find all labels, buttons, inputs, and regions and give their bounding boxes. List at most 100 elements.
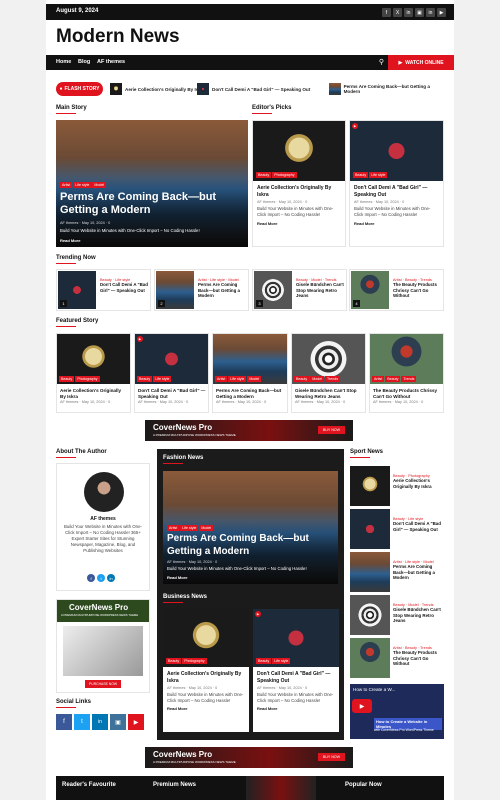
author-name[interactable]: AF themes	[373, 400, 391, 404]
author-name[interactable]: AF themes	[257, 200, 275, 204]
featured-card[interactable]: Beauty Model Trends Gisele Bündchen Can't S…	[291, 333, 366, 413]
linkedin-icon[interactable]: in	[107, 574, 115, 582]
category-badge[interactable]: Photography	[75, 376, 100, 382]
item-title[interactable]: Perms Are Coming Back—but Getting a Mode…	[198, 282, 246, 299]
main-story-card[interactable]: Artist Life style Model Perms Are Coming B…	[56, 120, 248, 247]
category-badge[interactable]: Beauty	[385, 376, 401, 382]
trending-item[interactable]: 2 Artist · Life style · Model Perms Are Co…	[154, 269, 249, 311]
card-title[interactable]: Aerie Collection's Originally By Iskra	[60, 388, 128, 400]
card-title[interactable]: The Beauty Products Chrissy Can't Go Wit…	[373, 388, 441, 400]
item-title[interactable]: Don't Call Demi A "Bad Girl" — Speaking …	[393, 521, 444, 532]
category-badge[interactable]: Beauty	[294, 376, 310, 382]
item-title[interactable]: Gisele Bündchen Can't Stop Wearing Retro…	[393, 607, 444, 624]
site-title[interactable]: Modern News	[56, 26, 180, 48]
nav-blog[interactable]: Blog	[78, 59, 90, 65]
business-card[interactable]: Beauty Photography Aerie Collection's Ori…	[163, 609, 249, 732]
instagram-icon[interactable]: ▣	[110, 714, 126, 730]
card-title[interactable]: Don't Call Demi A "Bad Girl" — Speaking …	[354, 185, 439, 198]
card-title[interactable]: Perms Are Coming Back—but Getting a Mode…	[216, 388, 285, 400]
editors-pick-card[interactable]: Beauty Photography Aerie Collection's Ori…	[252, 120, 346, 247]
trending-item[interactable]: 4 Artist · Beauty · Trends The Beauty Prod…	[349, 269, 444, 311]
twitter-icon[interactable]: t	[74, 714, 90, 730]
category-badge[interactable]: Artist	[167, 525, 180, 532]
category-badge[interactable]: Beauty	[137, 376, 153, 382]
author-name[interactable]: AF themes	[57, 516, 149, 523]
ad-banner-bottom[interactable]: CoverNews Pro A PREMIUM MULTIPURPOSE WOR…	[145, 747, 353, 768]
featured-card[interactable]: Beauty Photography Aerie Collection's Orig…	[56, 333, 131, 413]
nav-af-themes[interactable]: AF themes	[97, 59, 125, 65]
category-badge[interactable]: Life style	[272, 658, 291, 664]
category-badge[interactable]: Beauty	[256, 172, 272, 178]
sport-item[interactable]: Beauty · Model · Trends Gisele Bündchen C…	[350, 595, 444, 638]
author-name[interactable]: AF themes	[167, 560, 185, 564]
card-title[interactable]: Don't Call Demi A "Bad Girl" — Speaking …	[257, 671, 336, 684]
side-ad[interactable]: CoverNews Pro A PREMIUM MULTIPURPOSE WOR…	[56, 599, 150, 693]
youtube-icon[interactable]: ▶	[128, 714, 144, 730]
author-name[interactable]: AF themes	[138, 400, 156, 404]
read-more-link[interactable]: Read More	[60, 238, 244, 243]
item-title[interactable]: Gisele Bündchen Can't Stop Wearing Retro…	[296, 282, 344, 299]
card-title[interactable]: Aerie Collection's Originally By Iskra	[167, 671, 246, 684]
fashion-main-card[interactable]: Artist Life style Model Perms Are Coming B…	[163, 471, 338, 584]
ticker-item[interactable]: Aerie Collection's Originally By Iskra	[110, 83, 205, 95]
buy-now-button[interactable]: BUY NOW	[317, 753, 345, 761]
video-widget[interactable]: How to Create a W... ▶ How to Create a W…	[350, 684, 444, 739]
category-badge[interactable]: Life style	[153, 376, 172, 382]
ticker-item[interactable]: Don't Call Demi A "Bad Girl" — Speaking …	[197, 83, 310, 95]
category-badge[interactable]: Beauty	[353, 172, 369, 178]
read-more-link[interactable]: Read More	[167, 706, 246, 711]
author-name[interactable]: AF themes	[295, 400, 313, 404]
facebook-icon[interactable]: f	[382, 8, 391, 17]
sport-item[interactable]: Beauty · Photography Aerie Collection's O…	[350, 466, 444, 509]
category-badge[interactable]: Life style	[73, 181, 92, 188]
x-icon[interactable]: X	[393, 8, 402, 17]
item-title[interactable]: The Beauty Products Chrissy Can't Go Wit…	[393, 282, 441, 299]
sport-item[interactable]: Beauty · Life style Don't Call Demi A "Ba…	[350, 509, 444, 552]
author-name[interactable]: AF themes	[216, 400, 234, 404]
featured-card[interactable]: Artist Life style Model Perms Are Coming Ba…	[212, 333, 288, 413]
category-badge[interactable]: Photography	[272, 172, 297, 178]
category-badge[interactable]: Trends	[325, 376, 341, 382]
editors-pick-card[interactable]: ▶ Beauty Life style Don't Call Demi A "Bad…	[349, 120, 444, 247]
category-badge[interactable]: Model	[310, 376, 324, 382]
watch-online-button[interactable]: ▶ WATCH ONLINE	[388, 55, 454, 70]
category-badge[interactable]: Trends	[401, 376, 417, 382]
ad-banner[interactable]: CoverNews Pro A PREMIUM MULTIPURPOSE WOR…	[145, 420, 353, 441]
category-badge[interactable]: Beauty	[59, 376, 75, 382]
purchase-now-button[interactable]: PURCHASE NOW	[85, 680, 122, 688]
category-badge[interactable]: Beauty	[256, 658, 272, 664]
card-title[interactable]: Don't Call Demi A "Bad Girl" — Speaking …	[138, 388, 206, 400]
read-more-link[interactable]: Read More	[167, 575, 334, 580]
read-more-link[interactable]: Read More	[257, 221, 341, 226]
category-badge[interactable]: Beauty	[166, 658, 182, 664]
category-badge[interactable]: Life style	[228, 376, 247, 382]
ticker-item[interactable]: Perms Are Coming Back—but Getting a Mode…	[329, 83, 444, 95]
nav-home[interactable]: Home	[56, 59, 71, 65]
facebook-icon[interactable]: f	[87, 574, 95, 582]
sport-item[interactable]: Artist · Life style · Model Perms Are Com…	[350, 552, 444, 595]
card-title[interactable]: Aerie Collection's Originally By Iskra	[257, 185, 341, 198]
sport-item[interactable]: Artist · Beauty · Trends The Beauty Produ…	[350, 638, 444, 681]
featured-card[interactable]: ▶ Beauty Life style Don't Call Demi A "Bad …	[134, 333, 209, 413]
trending-item[interactable]: 3 Beauty · Model · Trends Gisele Bündchen …	[252, 269, 347, 311]
item-title[interactable]: The Beauty Products Chrissy Can't Go Wit…	[393, 650, 444, 667]
category-badge[interactable]: Artist	[60, 181, 73, 188]
category-badge[interactable]: Life style	[369, 172, 388, 178]
category-badge[interactable]: Artist	[372, 376, 385, 382]
card-title[interactable]: Gisele Bündchen Can't Stop Wearing Retro…	[295, 388, 363, 400]
featured-card[interactable]: Artist Beauty Trends The Beauty Products Ch…	[369, 333, 444, 413]
category-badge[interactable]: Photography	[182, 658, 207, 664]
facebook-icon[interactable]: f	[56, 714, 72, 730]
search-icon[interactable]: ⚲	[379, 58, 384, 66]
buy-now-button[interactable]: BUY NOW	[317, 426, 345, 434]
category-badge[interactable]: Model	[247, 376, 262, 382]
category-badge[interactable]: Model	[92, 181, 107, 188]
youtube-play-icon[interactable]: ▶	[352, 699, 372, 713]
author-name[interactable]: AF themes	[354, 200, 372, 204]
item-title[interactable]: Don't Call Demi A "Bad Girl" — Speaking …	[100, 282, 148, 293]
read-more-link[interactable]: Read More	[354, 221, 439, 226]
linkedin-icon[interactable]: in	[404, 8, 413, 17]
instagram-icon[interactable]: ▣	[415, 8, 424, 17]
twitter-icon[interactable]: t	[97, 574, 105, 582]
read-more-link[interactable]: Read More	[257, 706, 336, 711]
